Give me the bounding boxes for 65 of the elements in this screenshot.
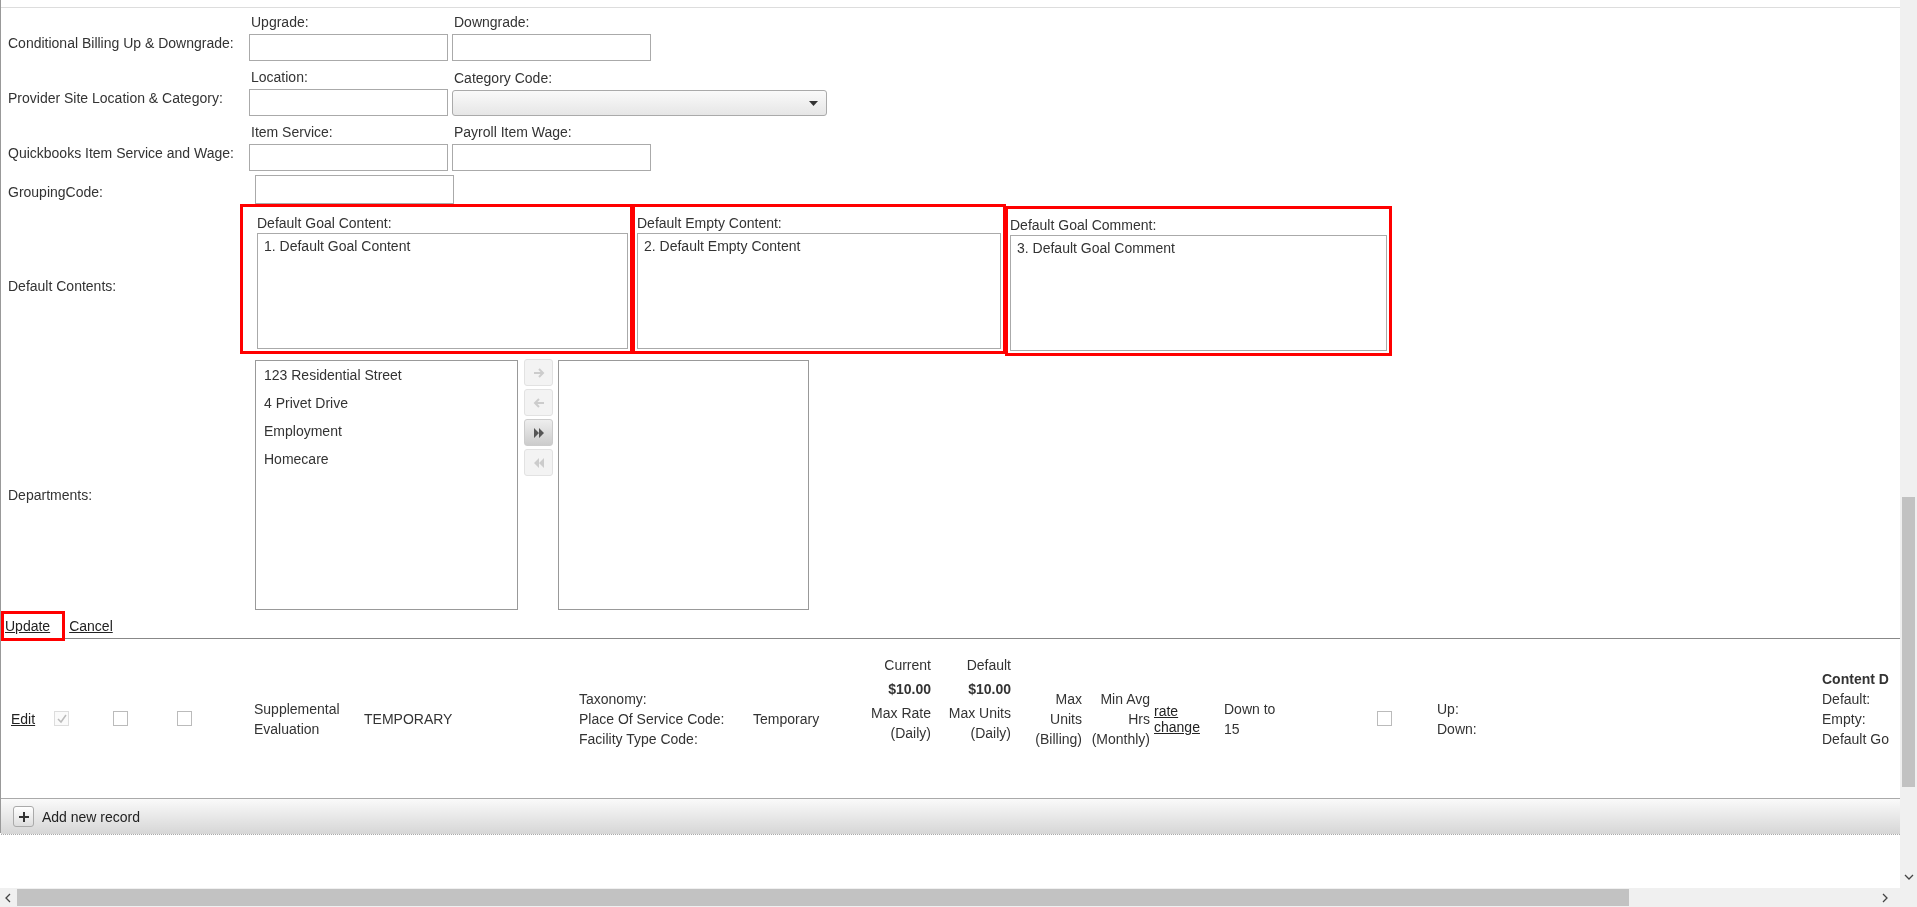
chevron-right-icon[interactable]	[1882, 892, 1888, 903]
horizontal-scrollbar[interactable]	[0, 888, 1917, 907]
field-label: Payroll Item Wage:	[454, 124, 573, 140]
text-input[interactable]	[452, 144, 651, 171]
text-input[interactable]	[249, 144, 448, 171]
table-cell-text: Min Avg Hrs (Monthly)	[1091, 689, 1150, 749]
field-label: Departments:	[8, 487, 93, 503]
field-label: Downgrade:	[454, 14, 531, 30]
column-header: Current	[884, 655, 931, 675]
table-cell-text: Max Units (Daily)	[948, 703, 1011, 743]
table-cell-text: Taxonomy: Place Of Service Code: Facility Type Code:	[579, 689, 725, 749]
table-cell-text: Max Units (Billing)	[1035, 689, 1082, 749]
field-label: Default Goal Content:	[257, 215, 393, 231]
table-cell-text: Up: Down:	[1437, 699, 1477, 739]
list-item[interactable]: Homecare	[264, 451, 509, 467]
action-link[interactable]: Update	[1, 611, 66, 641]
add-button[interactable]	[13, 806, 34, 827]
dropdown[interactable]	[452, 90, 827, 116]
chevron-left-icon[interactable]	[5, 892, 11, 903]
checkbox[interactable]	[113, 711, 128, 726]
field-label: Conditional Billing Up & Downgrade:	[8, 34, 234, 51]
field-label: GroupingCode:	[8, 183, 103, 200]
checkbox[interactable]	[177, 711, 192, 726]
list-item[interactable]: 123 Residential Street	[264, 367, 509, 383]
grid-link[interactable]: Edit	[11, 710, 36, 727]
table-cell-text: Max Rate (Daily)	[871, 703, 931, 743]
list-item[interactable]: 4 Privet Drive	[264, 395, 509, 411]
field-label: Upgrade:	[251, 14, 310, 30]
text-area[interactable]: 3. Default Goal Comment	[1010, 235, 1387, 351]
list-box[interactable]: 123 Residential Street 4 Privet Drive Employment Homecare	[255, 360, 518, 610]
field-label: Default Empty Content:	[637, 215, 783, 231]
field-label: Quickbooks Item Service and Wage:	[8, 144, 234, 161]
text-input[interactable]	[249, 89, 448, 116]
checkbox[interactable]	[1377, 711, 1392, 726]
scrollbar-thumb[interactable]	[1902, 497, 1915, 787]
action-link[interactable]: Cancel	[69, 614, 113, 638]
rate-amount: $10.00	[968, 679, 1011, 699]
caret-icon	[809, 100, 818, 106]
text-input[interactable]	[249, 34, 448, 61]
table-cell-text: Supplemental Evaluation	[254, 699, 340, 739]
field-label: Provider Site Location & Category:	[8, 89, 223, 106]
text-area[interactable]: 2. Default Empty Content	[637, 233, 1001, 349]
column-header: Default	[966, 655, 1011, 675]
field-label: Location:	[251, 69, 309, 85]
plus-icon	[18, 811, 29, 822]
transfer-button[interactable]	[524, 419, 553, 446]
content-title: Content D	[1822, 669, 1889, 689]
table-cell-text: TEMPORARY	[364, 709, 453, 729]
text-input[interactable]	[452, 34, 651, 61]
text-area[interactable]: 1. Default Goal Content	[257, 233, 628, 349]
field-label: Category Code:	[454, 70, 554, 86]
add-record-label[interactable]: Add new record	[42, 808, 141, 825]
field-label: Default Goal Comment:	[1010, 217, 1158, 233]
scrollbar-thumb[interactable]	[17, 889, 1629, 906]
table-cell-text: Default: Empty: Default Go	[1822, 689, 1889, 749]
vertical-scrollbar[interactable]	[1900, 0, 1917, 888]
field-label: Item Service:	[251, 124, 334, 140]
list-item[interactable]: Employment	[264, 423, 509, 439]
grid-link[interactable]: rate change	[1154, 702, 1200, 735]
chevron-down-icon[interactable]	[1904, 874, 1914, 880]
field-label: Default Contents:	[8, 277, 117, 294]
text-input[interactable]	[255, 175, 454, 204]
rate-amount: $10.00	[888, 679, 931, 699]
table-cell-text: Down to 15	[1224, 699, 1276, 739]
table-cell-text: Temporary	[753, 709, 820, 729]
